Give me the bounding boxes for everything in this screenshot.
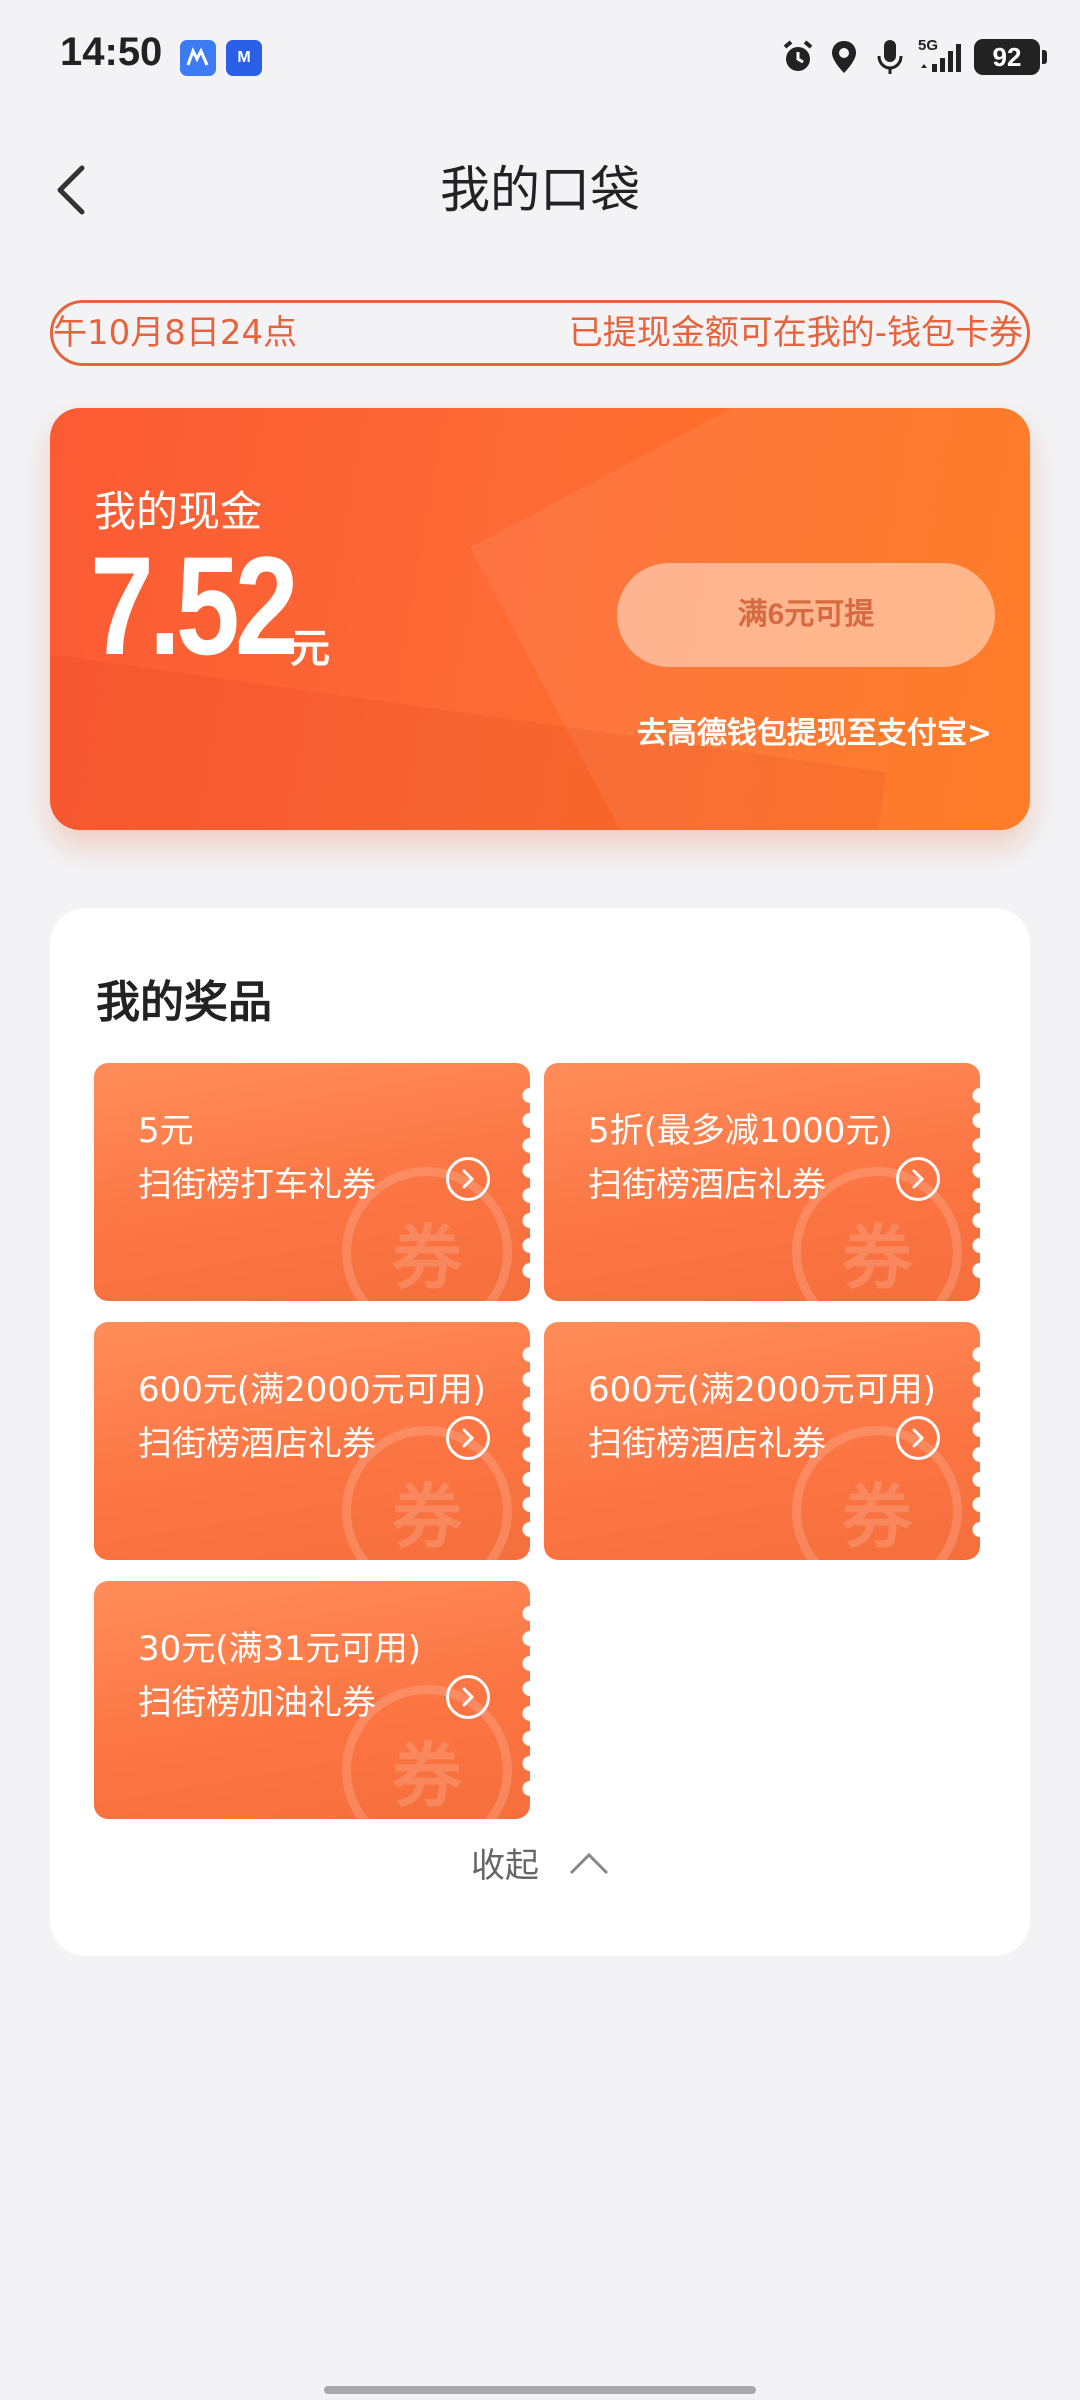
cash-amount: 7.52 bbox=[90, 527, 299, 684]
alipay-withdraw-link[interactable]: 去高德钱包提现至支付宝> bbox=[637, 708, 992, 752]
chevron-up-icon bbox=[569, 1852, 609, 1874]
cash-card: 我的现金 7.52 元 满6元可提 去高德钱包提现至支付宝> bbox=[50, 408, 1030, 830]
coupon-name: 扫街榜酒店礼券 bbox=[588, 1165, 826, 1205]
coupon-card[interactable]: 券 5折(最多减1000元) 扫街榜酒店礼券 bbox=[544, 1063, 980, 1301]
location-icon bbox=[826, 38, 862, 76]
coupon-card[interactable]: 券 30元(满31元可用) 扫街榜加油礼券 bbox=[94, 1581, 530, 1819]
collapse-button[interactable]: 收起 bbox=[50, 1838, 1030, 1887]
collapse-label: 收起 bbox=[471, 1846, 539, 1886]
signal-icon: 5G bbox=[918, 38, 964, 76]
app-notification-icon: M bbox=[226, 40, 262, 76]
app-notification-icon bbox=[180, 40, 216, 76]
battery-icon: 92 bbox=[974, 39, 1047, 75]
prizes-panel: 我的奖品 券 5元 扫街榜打车礼券 券 5折(最多减1000元) 扫街榜酒店礼券… bbox=[50, 908, 1030, 1956]
notice-text-left: 午10月8日24点 bbox=[53, 313, 298, 353]
coupon-value: 5折(最多减1000元) bbox=[588, 1111, 893, 1151]
coupon-name: 扫街榜酒店礼券 bbox=[138, 1424, 376, 1464]
coupon-card[interactable]: 券 600元(满2000元可用) 扫街榜酒店礼券 bbox=[94, 1322, 530, 1560]
coupon-card[interactable]: 券 5元 扫街榜打车礼券 bbox=[94, 1063, 530, 1301]
coupon-value: 5元 bbox=[138, 1111, 194, 1151]
withdraw-button[interactable]: 满6元可提 bbox=[617, 563, 995, 667]
coupon-value: 600元(满2000元可用) bbox=[138, 1370, 486, 1410]
status-bar: 14:50 M 5G 92 bbox=[0, 0, 1080, 120]
microphone-icon bbox=[872, 38, 908, 76]
home-indicator[interactable] bbox=[324, 2386, 756, 2394]
chevron-right-circle-icon[interactable] bbox=[446, 1157, 490, 1201]
coupon-value: 600元(满2000元可用) bbox=[588, 1370, 936, 1410]
coupon-value: 30元(满31元可用) bbox=[138, 1629, 422, 1669]
chevron-right-circle-icon[interactable] bbox=[446, 1675, 490, 1719]
status-time: 14:50 bbox=[60, 30, 163, 74]
alarm-icon bbox=[780, 38, 816, 76]
coupon-name: 扫街榜酒店礼券 bbox=[588, 1424, 826, 1464]
chevron-left-icon bbox=[57, 165, 85, 215]
chevron-right-circle-icon[interactable] bbox=[896, 1157, 940, 1201]
chevron-right-circle-icon[interactable] bbox=[446, 1416, 490, 1460]
notice-marquee: 午10月8日24点 已提现金额可在我的-钱包卡券 bbox=[50, 300, 1030, 366]
coupon-name: 扫街榜加油礼券 bbox=[138, 1683, 376, 1723]
cash-unit: 元 bbox=[290, 626, 330, 672]
chevron-right-circle-icon[interactable] bbox=[896, 1416, 940, 1460]
back-button[interactable] bbox=[30, 150, 110, 230]
coupon-name: 扫街榜打车礼券 bbox=[138, 1165, 376, 1205]
notice-text-right: 已提现金额可在我的-钱包卡券 bbox=[568, 313, 1023, 353]
prizes-title: 我的奖品 bbox=[96, 977, 272, 1028]
page-title: 我的口袋 bbox=[440, 161, 640, 219]
coupon-card[interactable]: 券 600元(满2000元可用) 扫街榜酒店礼券 bbox=[544, 1322, 980, 1560]
